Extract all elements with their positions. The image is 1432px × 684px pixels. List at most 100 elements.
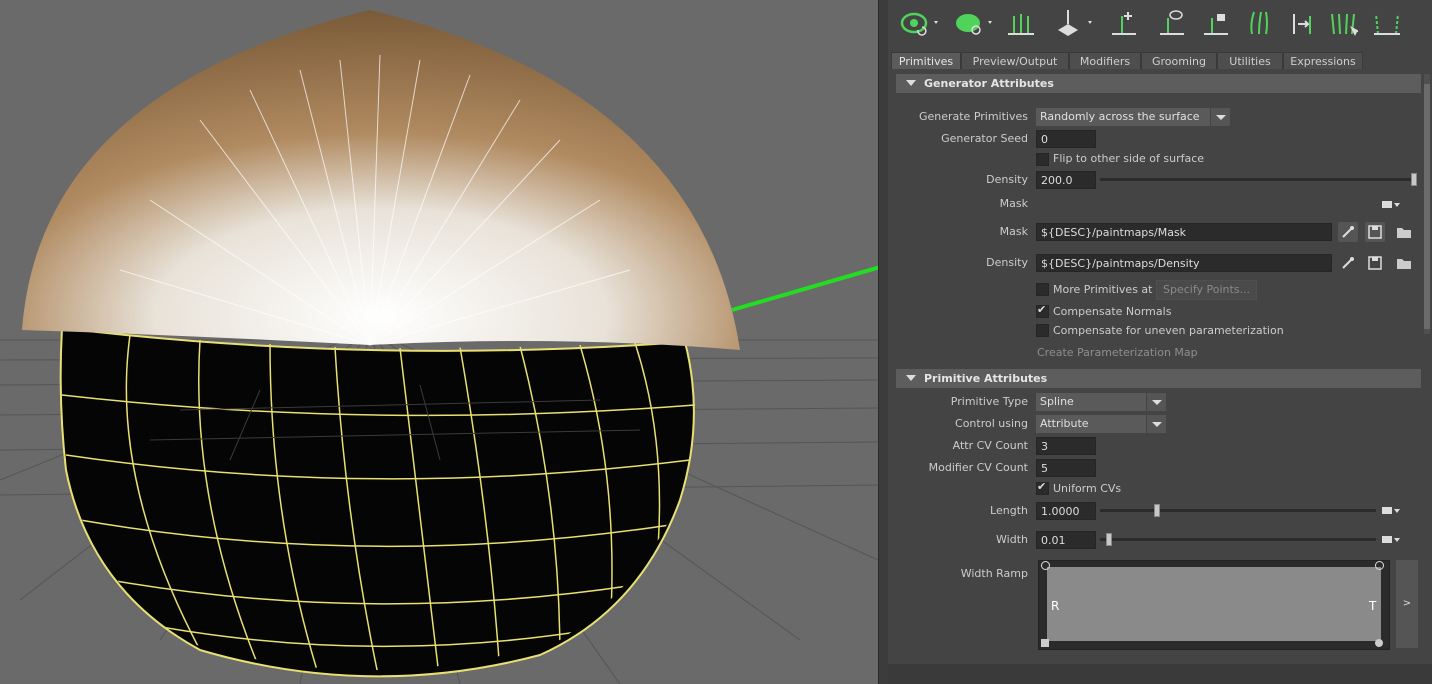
hair-dome bbox=[22, 10, 740, 350]
tab-expressions[interactable]: Expressions bbox=[1283, 52, 1363, 69]
chevron-down-icon bbox=[1146, 415, 1166, 433]
length-slider-handle[interactable] bbox=[1154, 504, 1160, 517]
map-options-icon[interactable] bbox=[1380, 530, 1400, 550]
more-primitives-checkbox[interactable] bbox=[1036, 283, 1049, 296]
guides-curves-icon[interactable] bbox=[1244, 6, 1274, 40]
mask-map-field[interactable]: ${DESC}/paintmaps/Mask bbox=[1036, 223, 1332, 241]
ramp-key-icon[interactable] bbox=[1375, 639, 1383, 647]
hide-leaf-icon[interactable] bbox=[950, 6, 996, 40]
section-generator-attributes[interactable]: Generator Attributes bbox=[896, 74, 1421, 93]
density-label: Density bbox=[986, 173, 1028, 186]
tab-preview-output[interactable]: Preview/Output bbox=[961, 52, 1069, 69]
sphere-lower bbox=[59, 326, 696, 678]
add-guide-plus-icon[interactable] bbox=[1110, 6, 1140, 40]
guides-outline-icon[interactable] bbox=[1372, 6, 1402, 40]
preview-eye-icon[interactable] bbox=[896, 6, 942, 40]
dropdown-value: Randomly across the surface bbox=[1040, 110, 1200, 123]
flip-surface-checkbox[interactable] bbox=[1036, 153, 1049, 166]
attribute-panel: Primitives Preview/Output Modifiers Groo… bbox=[888, 0, 1432, 684]
control-using-dropdown[interactable]: Attribute bbox=[1036, 415, 1166, 433]
dropdown-value: Spline bbox=[1040, 395, 1074, 408]
specify-points-button[interactable]: Specify Points... bbox=[1156, 280, 1258, 300]
width-label: Width bbox=[996, 533, 1028, 546]
guide-tool-icon[interactable] bbox=[1286, 6, 1316, 40]
ramp-handle-icon[interactable] bbox=[1375, 561, 1384, 570]
mask-map-label: Mask bbox=[999, 225, 1028, 238]
toolbar bbox=[888, 0, 1432, 48]
tab-utilities[interactable]: Utilities bbox=[1217, 52, 1283, 69]
collapse-arrow-icon bbox=[906, 80, 916, 86]
density-map-field[interactable]: ${DESC}/paintmaps/Density bbox=[1036, 254, 1332, 272]
section-primitive-attributes[interactable]: Primitive Attributes bbox=[896, 369, 1421, 388]
dropdown-value: Attribute bbox=[1040, 417, 1089, 430]
generator-seed-field[interactable]: 0 bbox=[1036, 130, 1096, 148]
uniform-cvs-label: Uniform CVs bbox=[1053, 482, 1122, 495]
folder-icon[interactable] bbox=[1394, 253, 1414, 273]
width-ramp-label: Width Ramp bbox=[960, 567, 1028, 580]
compensate-normals-label: Compensate Normals bbox=[1053, 305, 1172, 318]
section-title: Generator Attributes bbox=[924, 77, 1054, 90]
panel-scrollbar[interactable] bbox=[1424, 74, 1430, 334]
uniform-cvs-checkbox[interactable] bbox=[1036, 480, 1049, 495]
width-slider-handle[interactable] bbox=[1106, 533, 1112, 546]
lock-guide-icon[interactable] bbox=[1202, 6, 1232, 40]
ramp-tip-label: T bbox=[1369, 599, 1377, 613]
tab-primitives[interactable]: Primitives bbox=[891, 52, 961, 69]
ramp-expand-button[interactable]: > bbox=[1396, 560, 1418, 648]
select-guides-icon[interactable] bbox=[1328, 6, 1358, 40]
more-primitives-label: More Primitives at bbox=[1053, 283, 1153, 296]
chevron-down-icon bbox=[1210, 108, 1230, 126]
annotation-arrow bbox=[731, 265, 878, 312]
create-param-map-button[interactable]: Create Parameterization Map bbox=[1037, 346, 1198, 360]
select-guide-eye-icon[interactable] bbox=[1158, 6, 1188, 40]
generator-seed-label: Generator Seed bbox=[941, 132, 1028, 145]
compensate-param-label: Compensate for uneven parameterization bbox=[1053, 324, 1284, 337]
save-icon[interactable] bbox=[1365, 253, 1385, 273]
flip-surface-label: Flip to other side of surface bbox=[1053, 152, 1205, 165]
density-map-label: Density bbox=[986, 256, 1028, 269]
scrollbar-thumb[interactable] bbox=[1424, 84, 1430, 329]
tab-modifiers[interactable]: Modifiers bbox=[1069, 52, 1141, 69]
ramp-root-label: R bbox=[1051, 599, 1060, 613]
attr-cv-count-label: Attr CV Count bbox=[952, 439, 1028, 452]
density-field[interactable]: 200.0 bbox=[1036, 171, 1096, 189]
ramp-curve-area[interactable] bbox=[1047, 567, 1381, 641]
primitive-type-label: Primitive Type bbox=[950, 395, 1028, 408]
density-slider-handle[interactable] bbox=[1411, 173, 1417, 186]
tab-grooming[interactable]: Grooming bbox=[1141, 52, 1217, 69]
viewport-scene bbox=[0, 10, 878, 684]
add-guides-icon[interactable] bbox=[1006, 6, 1036, 40]
map-options-icon[interactable] bbox=[1380, 195, 1400, 215]
place-guide-icon[interactable] bbox=[1048, 6, 1098, 40]
modifier-cv-count-field[interactable]: 5 bbox=[1036, 459, 1096, 477]
control-using-label: Control using bbox=[955, 417, 1028, 430]
panel-bottom-bar bbox=[888, 664, 1432, 684]
section-title: Primitive Attributes bbox=[924, 372, 1048, 385]
generate-primitives-dropdown[interactable]: Randomly across the surface bbox=[1036, 108, 1230, 126]
ramp-handle-icon[interactable] bbox=[1041, 561, 1050, 570]
save-icon[interactable] bbox=[1365, 222, 1385, 242]
primitive-type-dropdown[interactable]: Spline bbox=[1036, 393, 1166, 411]
length-slider[interactable] bbox=[1100, 509, 1376, 512]
mask-label: Mask bbox=[999, 197, 1028, 210]
folder-icon[interactable] bbox=[1394, 222, 1414, 242]
length-field[interactable]: 1.0000 bbox=[1036, 502, 1096, 520]
chevron-down-icon bbox=[1146, 393, 1166, 411]
paint-brush-icon[interactable] bbox=[1338, 253, 1358, 273]
generate-primitives-label: Generate Primitives bbox=[918, 110, 1028, 123]
attr-cv-count-field[interactable]: 3 bbox=[1036, 437, 1096, 455]
density-slider[interactable] bbox=[1100, 178, 1416, 181]
modifier-cv-count-label: Modifier CV Count bbox=[928, 461, 1028, 474]
compensate-normals-checkbox[interactable] bbox=[1036, 303, 1049, 318]
length-label: Length bbox=[990, 504, 1028, 517]
width-ramp-editor[interactable]: R T bbox=[1038, 560, 1390, 650]
compensate-param-checkbox[interactable] bbox=[1036, 324, 1049, 337]
3d-viewport[interactable] bbox=[0, 0, 878, 684]
map-options-icon[interactable] bbox=[1380, 501, 1400, 521]
width-slider[interactable] bbox=[1100, 538, 1376, 541]
ramp-key-icon[interactable] bbox=[1041, 639, 1049, 647]
width-field[interactable]: 0.01 bbox=[1036, 531, 1096, 549]
collapse-arrow-icon bbox=[906, 375, 916, 381]
tab-bar: Primitives Preview/Output Modifiers Groo… bbox=[888, 52, 1432, 70]
paint-brush-icon[interactable] bbox=[1338, 222, 1358, 242]
